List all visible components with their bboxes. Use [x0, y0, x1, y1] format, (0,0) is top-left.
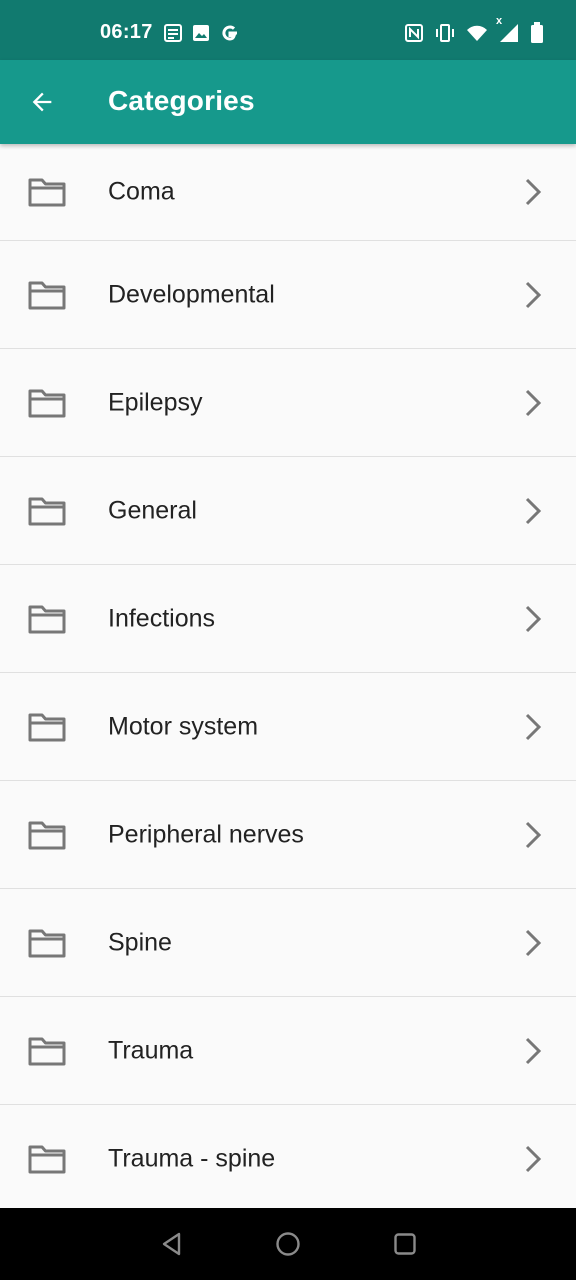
- category-list: Coma Developmental Epilepsy General Infectio…: [0, 144, 576, 1208]
- chevron-right-icon: [525, 178, 542, 206]
- chevron-right-icon: [525, 605, 542, 632]
- list-item-label: Spine: [108, 928, 172, 956]
- status-left-icons: [163, 22, 241, 44]
- folder-icon: [28, 281, 66, 309]
- list-item-label: Trauma: [108, 1036, 194, 1064]
- chevron-right-icon: [525, 497, 542, 524]
- system-nav-bar: [0, 1208, 576, 1280]
- list-item[interactable]: Epilepsy: [0, 349, 576, 457]
- news-icon: [164, 24, 182, 42]
- status-time: 06:17: [100, 21, 153, 43]
- folder-icon: [28, 605, 66, 633]
- nfc-icon: [405, 24, 423, 42]
- chevron-right-icon: [525, 929, 542, 956]
- battery-icon: [531, 22, 543, 43]
- chevron-right-icon: [525, 1145, 542, 1172]
- list-item-label: Developmental: [108, 280, 275, 308]
- list-item-label: Peripheral nerves: [108, 820, 304, 848]
- folder-icon: [28, 389, 66, 417]
- image-icon: [193, 25, 209, 41]
- list-item-label: Trauma - spine: [108, 1144, 276, 1172]
- list-item[interactable]: Infections: [0, 565, 576, 673]
- list-item[interactable]: Developmental: [0, 241, 576, 349]
- folder-icon: [28, 1145, 66, 1173]
- list-item[interactable]: General: [0, 457, 576, 565]
- folder-icon: [28, 178, 66, 207]
- list-item[interactable]: Coma: [0, 144, 576, 241]
- chevron-right-icon: [525, 713, 542, 740]
- chevron-right-icon: [525, 389, 542, 416]
- page-title: Categories: [108, 85, 255, 116]
- app-bar: Categories: [0, 60, 576, 144]
- list-item-label: General: [108, 496, 197, 524]
- list-item[interactable]: Trauma - spine: [0, 1105, 576, 1208]
- list-item-label: Motor system: [108, 712, 259, 740]
- list-item[interactable]: Spine: [0, 889, 576, 997]
- chevron-right-icon: [525, 1037, 542, 1064]
- folder-icon: [28, 929, 66, 957]
- recents-square-icon: [394, 1233, 416, 1255]
- arrow-back-icon: [32, 92, 52, 112]
- nav-home-button[interactable]: [272, 1228, 304, 1260]
- folder-icon: [28, 713, 66, 741]
- back-triangle-icon: [162, 1232, 181, 1256]
- list-item[interactable]: Motor system: [0, 673, 576, 781]
- nav-back-button[interactable]: [156, 1228, 188, 1260]
- chevron-right-icon: [525, 281, 542, 308]
- list-item[interactable]: Trauma: [0, 997, 576, 1105]
- home-circle-icon: [276, 1232, 300, 1256]
- folder-icon: [28, 821, 66, 849]
- list-item-label: Coma: [108, 177, 175, 206]
- google-icon: [222, 25, 237, 41]
- chevron-right-icon: [525, 821, 542, 848]
- signal-badge: x: [496, 15, 503, 27]
- nav-recents-button[interactable]: [389, 1228, 421, 1260]
- list-item-label: Epilepsy: [108, 388, 203, 416]
- list-item[interactable]: Peripheral nerves: [0, 781, 576, 889]
- list-item-label: Infections: [108, 604, 216, 632]
- folder-icon: [28, 497, 66, 525]
- vibrate-icon: [436, 24, 454, 42]
- back-button[interactable]: [22, 82, 62, 122]
- status-bar: 06:17 x: [0, 0, 576, 60]
- wifi-icon: [467, 25, 487, 41]
- status-right-icons: x: [404, 15, 544, 44]
- signal-indicator: x: [496, 15, 520, 43]
- folder-icon: [28, 1037, 66, 1065]
